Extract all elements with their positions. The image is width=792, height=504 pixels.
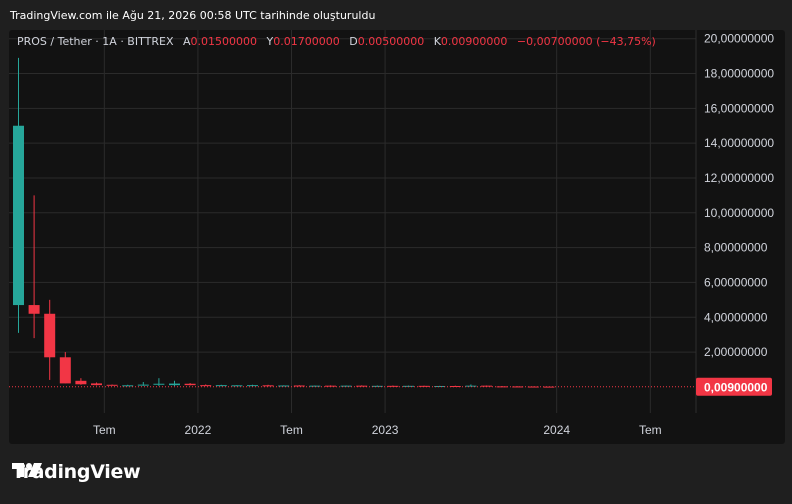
chart-caption: TradingView.com ile Ağu 21, 2026 00:58 U… (10, 9, 376, 22)
change-value: −0,00700000 (−43,75%) (516, 35, 656, 48)
close-value: 0.00900000 (440, 35, 508, 48)
y-tick-label: 16,00000000 (704, 101, 774, 115)
y-tick-label: 8,00000000 (704, 241, 768, 255)
tradingview-brand[interactable]: TradingView (12, 461, 141, 483)
candle-body[interactable] (153, 383, 165, 385)
y-tick-label: 20,00000000 (704, 32, 774, 46)
candle-body[interactable] (91, 383, 102, 386)
y-tick-label: 14,00000000 (704, 136, 774, 150)
close-label: K (433, 35, 441, 48)
y-tick-label: 18,00000000 (704, 67, 774, 81)
chart-panel[interactable]: 20,00000000 18,00000000 16,00000000 14,0000… (9, 30, 785, 444)
candle-body[interactable] (262, 385, 274, 387)
y-tick-label: 6,00000000 (704, 275, 768, 289)
last-price-label: 0,00900000 (704, 381, 768, 395)
symbol-label[interactable]: PROS / Tether · 1A · BITTREX (17, 35, 173, 48)
candle-body[interactable] (169, 383, 180, 386)
candle-body[interactable] (59, 357, 71, 384)
y-tick-label: 10,00000000 (704, 206, 774, 220)
candle-body[interactable] (75, 380, 87, 385)
high-value: 0.01700000 (273, 35, 340, 48)
candle-body[interactable] (44, 313, 56, 358)
candle-body[interactable] (215, 385, 227, 387)
candle-body[interactable] (106, 384, 118, 386)
x-tick-label: Tem (639, 423, 662, 437)
candle-body[interactable] (28, 305, 40, 314)
candlestick-chart[interactable]: 20,00000000 18,00000000 16,00000000 14,0000… (9, 30, 785, 444)
x-tick-label: 2022 (185, 423, 212, 437)
candle-body[interactable] (200, 385, 212, 387)
tradingview-logo-icon (12, 463, 42, 477)
y-tick-label: 12,00000000 (704, 171, 774, 185)
x-tick-label: Tem (93, 423, 116, 437)
candle-body[interactable] (122, 385, 134, 387)
y-tick-label: 2,00000000 (704, 345, 768, 359)
candle-body[interactable] (137, 384, 149, 386)
open-label: A (182, 35, 191, 48)
candle-body[interactable] (247, 385, 258, 387)
candle-body[interactable] (184, 383, 196, 386)
x-tick-label: 2024 (543, 423, 570, 437)
x-tick-label: 2023 (372, 423, 399, 437)
low-label: D (349, 35, 358, 48)
y-tick-label: 4,00000000 (704, 310, 768, 324)
candle-body[interactable] (231, 385, 243, 387)
x-tick-label: Tem (280, 423, 303, 437)
candle-body[interactable] (13, 125, 24, 306)
low-value: 0.00500000 (357, 35, 425, 48)
symbol-legend: PROS / Tether · 1A · BITTREX A0.01500000… (17, 35, 656, 48)
open-value: 0.01500000 (190, 35, 257, 48)
